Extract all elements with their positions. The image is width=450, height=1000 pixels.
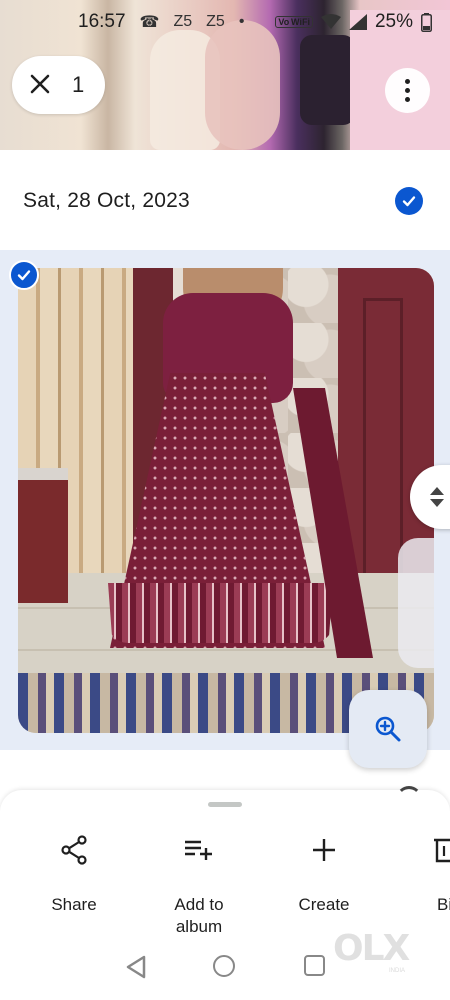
more-options-button[interactable] bbox=[385, 68, 430, 113]
add-to-album-label: Add to album bbox=[174, 895, 224, 936]
scroll-down-arrow-icon bbox=[430, 499, 444, 507]
date-label: Sat, 28 Oct, 2023 bbox=[23, 189, 190, 212]
bin-button[interactable]: Bi bbox=[420, 832, 450, 916]
scroll-up-arrow-icon bbox=[430, 487, 444, 495]
plus-icon bbox=[313, 839, 335, 861]
watermark-sub: INDIA bbox=[389, 968, 406, 974]
status-indicator-1: Z5 bbox=[173, 13, 193, 30]
olx-watermark: OLX INDIA bbox=[333, 928, 418, 974]
trash-icon bbox=[434, 838, 450, 863]
status-time: 16:57 bbox=[78, 11, 126, 32]
select-all-checkmark-icon[interactable] bbox=[395, 187, 423, 215]
wifi-icon bbox=[320, 14, 341, 29]
missed-call-icon: ☎ bbox=[139, 14, 160, 31]
selected-count: 1 bbox=[72, 72, 85, 97]
photo-selected-checkmark-icon[interactable] bbox=[9, 260, 39, 290]
watermark-logo: OLX bbox=[333, 928, 410, 969]
create-label: Create bbox=[298, 895, 350, 914]
signal-icon bbox=[348, 14, 367, 30]
status-dot: • bbox=[238, 13, 245, 30]
peek-icon bbox=[396, 786, 422, 812]
selection-counter: 1 bbox=[12, 56, 105, 114]
create-button[interactable]: Create bbox=[284, 832, 364, 916]
selected-photo[interactable] bbox=[18, 268, 434, 733]
home-icon[interactable] bbox=[213, 955, 235, 977]
photo-detail bbox=[300, 35, 355, 125]
share-label: Share bbox=[51, 895, 97, 914]
vowifi-icon: Vo WiFi bbox=[275, 16, 313, 28]
date-section-header: Sat, 28 Oct, 2023 bbox=[0, 150, 450, 250]
share-button[interactable]: Share bbox=[34, 832, 114, 916]
status-bar: 16:57 ☎ Z5 Z5 • Vo WiFi 25% bbox=[0, 0, 450, 44]
status-indicator-2: Z5 bbox=[206, 13, 225, 30]
add-to-album-button[interactable]: Add to album bbox=[149, 832, 249, 938]
more-vert-icon bbox=[405, 79, 410, 84]
zoom-in-button[interactable] bbox=[349, 690, 427, 768]
recents-icon[interactable] bbox=[304, 955, 325, 976]
battery-level: 25% bbox=[374, 11, 413, 32]
bin-label: Bi bbox=[437, 895, 450, 914]
battery-icon bbox=[421, 12, 432, 32]
close-icon[interactable] bbox=[30, 71, 50, 99]
sheet-drag-handle[interactable] bbox=[208, 802, 242, 807]
back-icon[interactable] bbox=[125, 955, 147, 979]
playlist-add-icon bbox=[185, 840, 212, 860]
share-icon bbox=[61, 835, 87, 865]
selected-photo-container bbox=[0, 250, 450, 768]
zoom-in-icon bbox=[375, 716, 401, 742]
